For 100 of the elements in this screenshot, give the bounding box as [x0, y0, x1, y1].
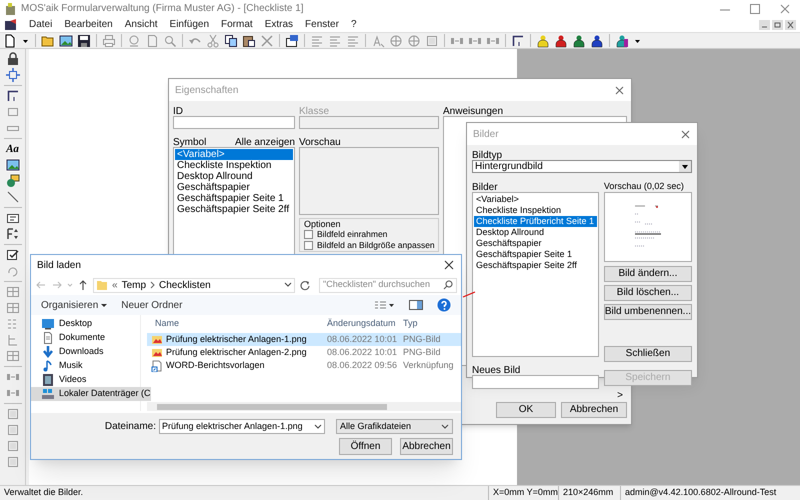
copy-icon[interactable] [224, 34, 238, 48]
maximize-icon[interactable] [748, 2, 762, 16]
menu-item[interactable]: Extras [264, 17, 294, 32]
path-overflow-marker[interactable]: « [112, 278, 118, 292]
column-header[interactable]: Änderungsdatum [327, 317, 403, 331]
forward-arrow-icon[interactable] [51, 279, 63, 291]
document-icon[interactable] [145, 34, 159, 48]
button[interactable]: Abbrechen [561, 402, 627, 418]
close-icon[interactable] [614, 84, 625, 96]
list-item[interactable]: Desktop Allround [474, 227, 597, 238]
picture-icon[interactable] [59, 34, 73, 48]
button[interactable]: Bild umbenennen... [604, 304, 692, 320]
list-item[interactable]: Checkliste Inspektion [175, 160, 293, 171]
person-icon[interactable] [554, 34, 568, 48]
expand-arrow[interactable]: > [617, 390, 623, 402]
frame-icon[interactable] [6, 423, 20, 437]
checkbox-icon[interactable] [6, 248, 20, 262]
picture-icon[interactable] [6, 158, 20, 172]
menu-item[interactable]: Format [220, 17, 254, 32]
move-icon[interactable] [6, 68, 20, 82]
corner-icon[interactable] [6, 89, 20, 103]
restore-icon[interactable] [772, 20, 783, 30]
list-item[interactable]: Geschäftspapier [474, 238, 597, 249]
button[interactable]: Abbrechen [400, 438, 453, 455]
list-item[interactable]: Desktop Allround [175, 171, 293, 182]
dropdown[interactable]: Hintergrundbild [472, 160, 692, 173]
tree-icon[interactable] [6, 333, 20, 347]
toolbar-button[interactable]: Neuer Ordner [121, 298, 182, 312]
checkbox[interactable] [304, 241, 313, 250]
toolbar-button[interactable]: Organisieren [41, 298, 98, 312]
person-icon[interactable] [590, 34, 604, 48]
text-tool-button[interactable]: Aa [6, 142, 19, 156]
frame-icon[interactable] [6, 407, 20, 421]
field-icon[interactable] [6, 211, 20, 225]
view-options-icon[interactable] [374, 300, 395, 310]
people-icon[interactable] [615, 34, 629, 48]
table-icon[interactable] [6, 301, 20, 315]
list-item[interactable]: Checkliste Prüfbericht Seite 1 [474, 216, 597, 227]
back-arrow-icon[interactable] [35, 279, 47, 291]
align-right-icon[interactable] [346, 34, 360, 48]
paste-icon[interactable] [242, 34, 256, 48]
help-icon[interactable] [437, 298, 451, 312]
menu-item[interactable]: Ansicht [124, 17, 159, 32]
align-center-icon[interactable] [328, 34, 342, 48]
frame-icon[interactable] [425, 34, 439, 48]
nav-item[interactable]: Lokaler Datenträger (C [31, 387, 151, 401]
minimize-icon[interactable] [759, 20, 770, 30]
preview-pane-icon[interactable] [409, 300, 423, 310]
column-header[interactable]: Typ [403, 317, 459, 331]
menu-item[interactable]: Einfügen [168, 17, 210, 32]
menu-item[interactable]: Bearbeiten [63, 17, 114, 32]
button[interactable]: Schließen [604, 346, 692, 362]
shapes-icon[interactable] [6, 174, 20, 188]
line-icon[interactable] [6, 190, 20, 204]
save-icon[interactable] [77, 34, 91, 48]
frame-icon[interactable] [6, 455, 20, 469]
input-field[interactable] [173, 116, 295, 129]
scrollbar[interactable] [147, 402, 461, 411]
list-item[interactable]: Geschäftspapier Seite 2ff [175, 204, 293, 215]
list-item[interactable]: Geschäftspapier Seite 1 [474, 249, 597, 260]
file-row[interactable]: Prüfung elektrischer Anlagen-1.png 08.06.2022 10:01 PNG-Bild [147, 333, 461, 346]
table-icon[interactable] [6, 349, 20, 363]
input-field[interactable] [472, 375, 599, 389]
table-icon[interactable] [6, 285, 20, 299]
button[interactable]: Bild löschen... [604, 285, 692, 301]
menu-item[interactable]: ? [350, 17, 358, 32]
address-bar[interactable]: « Temp Checklisten [93, 278, 295, 292]
list-item[interactable]: Geschäftspapier Seite 2ff [474, 260, 597, 271]
up-arrow-icon[interactable] [77, 279, 89, 291]
list-item[interactable]: <Variabel> [474, 194, 597, 205]
printer-icon[interactable] [102, 34, 116, 48]
button[interactable]: Bild ändern... [604, 266, 692, 282]
magnifier-icon[interactable] [163, 34, 177, 48]
filter-dropdown[interactable]: Alle Grafikdateien [336, 419, 453, 434]
scrollbar-thumb[interactable] [157, 404, 387, 410]
button[interactable]: Öffnen [339, 438, 392, 455]
menu-item[interactable]: Fenster [304, 17, 340, 32]
menu-item[interactable]: Datei [28, 17, 54, 32]
properties-icon[interactable] [285, 34, 299, 48]
sort-icon[interactable] [6, 227, 20, 241]
breadcrumb[interactable]: Checklisten [159, 278, 211, 292]
align-left-icon[interactable] [310, 34, 324, 48]
button[interactable]: OK [496, 402, 556, 418]
breadcrumb[interactable]: Temp [122, 278, 146, 292]
checkbox[interactable] [304, 230, 313, 239]
close-icon[interactable] [680, 128, 691, 140]
list-item[interactable]: Geschäftspapier [175, 182, 293, 193]
lock-icon[interactable] [6, 52, 20, 66]
show-all-link[interactable]: Alle anzeigen [234, 135, 295, 147]
person-icon[interactable] [536, 34, 550, 48]
filename-field[interactable]: Prüfung elektrischer Anlagen-1.png [159, 419, 325, 434]
corner-icon[interactable] [511, 34, 525, 48]
close-icon[interactable] [785, 20, 796, 30]
frame-icon[interactable] [6, 439, 20, 453]
refresh-icon[interactable] [299, 279, 311, 291]
dropdown-caret-icon[interactable] [101, 304, 108, 306]
list-item[interactable]: <Variabel> [175, 149, 293, 160]
search-field[interactable]: "Checklisten" durchsuchen [319, 278, 457, 292]
list-item[interactable]: Checkliste Inspektion [474, 205, 597, 216]
close-icon[interactable] [443, 259, 455, 271]
